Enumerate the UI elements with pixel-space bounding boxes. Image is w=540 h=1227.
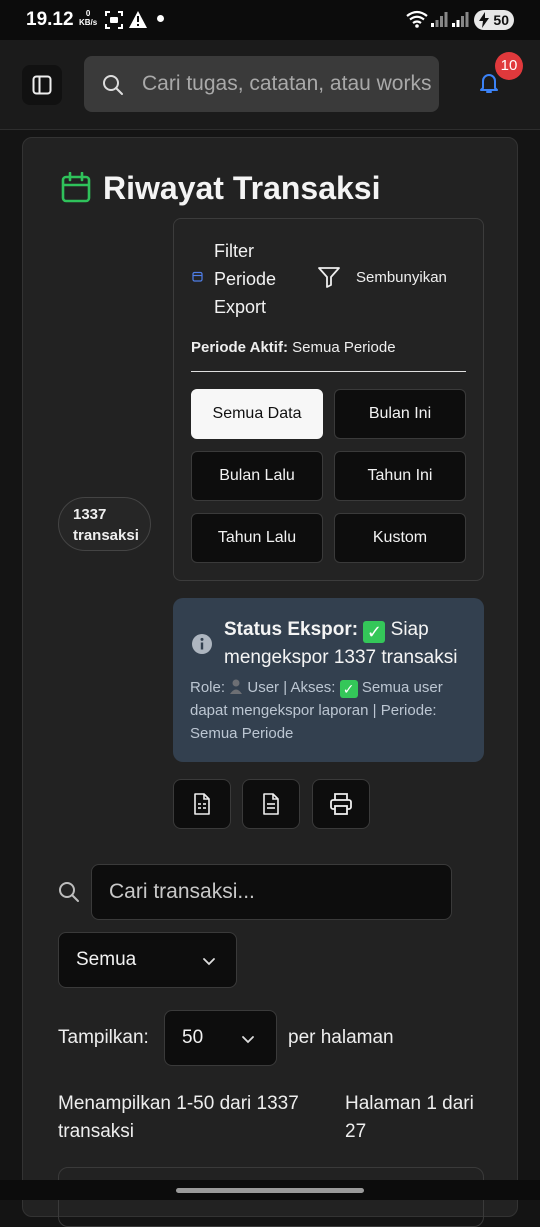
notification-count-badge: 10 bbox=[495, 52, 523, 80]
active-period-value: Semua Periode bbox=[292, 339, 396, 356]
spreadsheet-icon bbox=[194, 793, 210, 815]
results-range-text: Menampilkan 1-50 dari 1337 transaksi bbox=[58, 1093, 299, 1142]
signal-icon-2 bbox=[452, 12, 469, 27]
export-status-label: Status Ekspor: bbox=[224, 619, 359, 640]
role-value: User bbox=[247, 679, 280, 696]
page-number-text: Halaman 1 dari 27 bbox=[345, 1093, 474, 1142]
printer-icon bbox=[330, 793, 352, 815]
transaction-type-value: Semua bbox=[76, 949, 137, 970]
filter-title: Filter Periode Export bbox=[214, 241, 277, 317]
divider bbox=[191, 371, 466, 372]
checkmark-small-icon: ✓ bbox=[339, 680, 358, 698]
net-speed-unit: KB/s bbox=[79, 18, 98, 27]
transaction-count-badge: 1337 transaksi bbox=[58, 497, 151, 551]
export-status-details: Role: User | Akses: ✓ Semua user dapat m… bbox=[190, 679, 443, 742]
chevron-down-icon bbox=[242, 1036, 254, 1044]
battery-level: 50 bbox=[493, 12, 509, 28]
transaction-history-card: Riwayat Transaksi 1337 transaksi Filter … bbox=[22, 137, 518, 1227]
calendar-small-icon bbox=[192, 271, 203, 282]
screen-record-icon bbox=[105, 11, 123, 29]
navigation-bar bbox=[0, 1180, 540, 1200]
signal-icon-1 bbox=[431, 12, 448, 27]
global-search[interactable] bbox=[84, 56, 439, 112]
role-label: Role: bbox=[190, 679, 226, 696]
sidebar-icon bbox=[32, 75, 52, 95]
hide-filter-button[interactable]: Sembunyikan bbox=[356, 269, 447, 286]
export-pdf-button[interactable] bbox=[242, 779, 300, 829]
battery-indicator: 50 bbox=[474, 10, 514, 30]
print-button[interactable] bbox=[312, 779, 370, 829]
page-size-select[interactable]: 50 bbox=[164, 1010, 277, 1066]
notification-dot bbox=[157, 15, 164, 22]
transaction-search-input[interactable] bbox=[92, 865, 451, 919]
period-button-this-month[interactable]: Bulan Ini bbox=[334, 389, 466, 439]
active-period: Periode Aktif: Semua Periode bbox=[191, 339, 396, 356]
home-gesture-handle[interactable] bbox=[176, 1188, 364, 1193]
per-page-label: per halaman bbox=[288, 1027, 394, 1048]
export-status-panel: Status Ekspor: ✓ Siap mengekspor 1337 tr… bbox=[173, 598, 484, 762]
global-search-input[interactable] bbox=[142, 56, 432, 112]
page-size-label: Tampilkan: bbox=[58, 1027, 149, 1048]
search-icon bbox=[103, 75, 123, 95]
search-transactions-icon bbox=[59, 882, 79, 902]
transaction-search-field[interactable] bbox=[91, 864, 452, 920]
period-button-custom[interactable]: Kustom bbox=[334, 513, 466, 563]
sidebar-toggle-button[interactable] bbox=[22, 65, 62, 105]
filter-icon[interactable] bbox=[317, 266, 341, 288]
net-speed-value: 0 bbox=[85, 9, 91, 18]
export-excel-button[interactable] bbox=[173, 779, 231, 829]
user-icon bbox=[230, 679, 243, 694]
charging-icon bbox=[479, 12, 489, 28]
period-button-this-year[interactable]: Tahun Ini bbox=[334, 451, 466, 501]
export-status-heading: Status Ekspor: ✓ Siap mengekspor 1337 tr… bbox=[224, 616, 464, 672]
period-button-last-month[interactable]: Bulan Lalu bbox=[191, 451, 323, 501]
wifi-icon bbox=[406, 10, 428, 28]
chevron-down-icon bbox=[203, 958, 215, 966]
active-period-label: Periode Aktif: bbox=[191, 339, 288, 356]
net-speed: 0 KB/s bbox=[79, 9, 97, 27]
page-title: Riwayat Transaksi bbox=[103, 170, 381, 206]
calendar-icon bbox=[61, 172, 91, 203]
app-header: 10 bbox=[0, 40, 540, 130]
document-icon bbox=[263, 793, 279, 815]
checkmark-icon: ✓ bbox=[363, 621, 386, 643]
transaction-type-select[interactable]: Semua bbox=[58, 932, 237, 988]
period-value: Semua Periode bbox=[190, 725, 294, 742]
access-label: Akses: bbox=[290, 679, 336, 696]
info-icon bbox=[192, 634, 212, 654]
alert-icon bbox=[129, 11, 147, 28]
page-size-value: 50 bbox=[182, 1027, 204, 1048]
period-button-last-year[interactable]: Tahun Lalu bbox=[191, 513, 323, 563]
period-filter-panel: Filter Periode Export Sembunyikan Period… bbox=[173, 218, 484, 581]
period-label: Periode: bbox=[380, 702, 437, 719]
status-time: 19.12 bbox=[26, 9, 74, 30]
status-bar: 19.12 0 KB/s 50 bbox=[0, 0, 540, 40]
period-button-all[interactable]: Semua Data bbox=[191, 389, 323, 439]
